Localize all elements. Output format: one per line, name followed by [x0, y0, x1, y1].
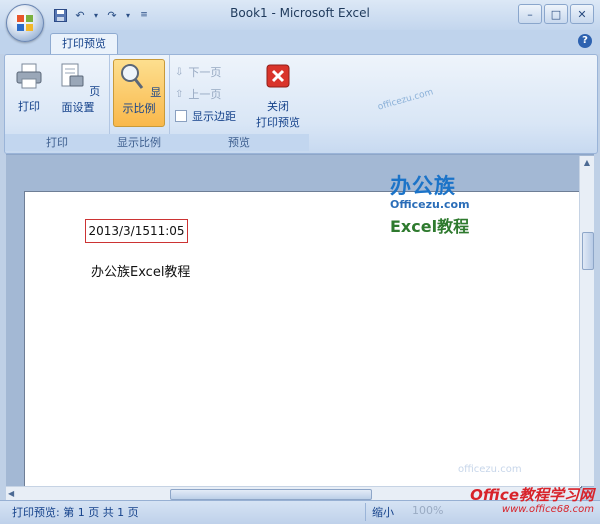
magnifier-icon	[120, 64, 143, 89]
window-title: Book1 - Microsoft Excel	[230, 6, 370, 20]
title-bar: ↶ ▾ ↷ ▾ ≡ Book1 - Microsoft Excel – □ ✕	[0, 0, 600, 42]
close-label-line2: 打印预览	[256, 116, 300, 129]
tab-print-preview[interactable]: 打印预览	[50, 33, 118, 55]
minimize-button[interactable]: –	[518, 4, 542, 24]
watermark-bottom-faint: officezu.com	[458, 464, 522, 475]
group-label-print: 打印	[5, 134, 109, 151]
close-print-preview-button[interactable]: 关闭 打印预览	[249, 59, 307, 129]
close-preview-icon	[266, 64, 290, 88]
group-zoom: 显示比例 显示比例	[109, 55, 170, 151]
vertical-scroll-thumb[interactable]	[582, 232, 594, 270]
close-label-line1: 关闭	[267, 100, 289, 113]
watermark-logo: 办公族 Officezu.com Excel教程	[390, 170, 500, 244]
office-button[interactable]	[6, 4, 44, 42]
watermark-logo-en: Officezu.com	[390, 198, 470, 211]
next-page-button[interactable]: ⇩ 下一页	[175, 63, 221, 81]
watermark-logo-sub: Excel教程	[390, 217, 470, 236]
page-setup-icon	[61, 63, 84, 87]
maximize-button[interactable]: □	[544, 4, 568, 24]
show-margins-checkbox[interactable]: 显示边距	[175, 107, 236, 125]
group-label-preview: 预览	[169, 134, 309, 151]
show-margins-label: 显示边距	[192, 110, 236, 123]
page-text: 办公族Excel教程	[91, 265, 191, 280]
print-button[interactable]: 打印	[11, 59, 47, 125]
horizontal-scroll-thumb[interactable]	[170, 489, 372, 500]
page-setup-button[interactable]: 页面设置	[51, 59, 105, 125]
printer-icon	[16, 63, 42, 89]
previous-page-label: 上一页	[188, 88, 222, 101]
previous-page-button[interactable]: ⇧ 上一页	[175, 85, 221, 103]
group-print: 打印 页面设置 打印	[5, 55, 110, 151]
watermark-bottom-url: www.office68.com	[501, 504, 594, 515]
vertical-scrollbar[interactable]: ▲	[579, 156, 594, 486]
date-cell: 2013/3/1511:05	[85, 219, 188, 243]
close-button[interactable]: ✕	[570, 4, 594, 24]
previous-page-icon: ⇧	[175, 88, 184, 100]
group-label-zoom: 显示比例	[109, 134, 169, 151]
ribbon: 打印 页面设置 打印 显示比例 显示比例 ⇩ 下一页 ⇧ 上一页 显示边距 关闭…	[4, 54, 598, 154]
watermark-bottom-title: Office教程学习网	[470, 486, 594, 504]
status-page-info: 打印预览: 第 1 页 共 1 页	[12, 506, 139, 519]
help-icon[interactable]: ?	[578, 34, 592, 48]
next-page-label: 下一页	[188, 66, 222, 79]
zoom-out-button[interactable]: 缩小	[372, 504, 394, 520]
next-page-icon: ⇩	[175, 66, 184, 78]
watermark-logo-cn: 办公族	[390, 174, 456, 198]
watermark-side: officezu.com	[376, 87, 435, 113]
group-preview: ⇩ 下一页 ⇧ 上一页 显示边距 关闭 打印预览 预览	[169, 55, 309, 151]
print-label: 打印	[18, 100, 40, 113]
checkbox-box[interactable]	[175, 110, 187, 122]
status-divider	[365, 503, 366, 521]
scroll-up-icon[interactable]: ▲	[580, 156, 594, 170]
scroll-left-icon[interactable]: ◀	[8, 487, 14, 501]
window-controls: – □ ✕	[518, 4, 594, 24]
ribbon-tab-row: 打印预览	[0, 30, 600, 55]
office-logo-icon	[17, 15, 33, 31]
zoom-button[interactable]: 显示比例	[113, 59, 165, 127]
watermark-bottom: officezu.com Office教程学习网 www.office68.co…	[440, 462, 600, 523]
zoom-level: 100%	[412, 504, 444, 517]
